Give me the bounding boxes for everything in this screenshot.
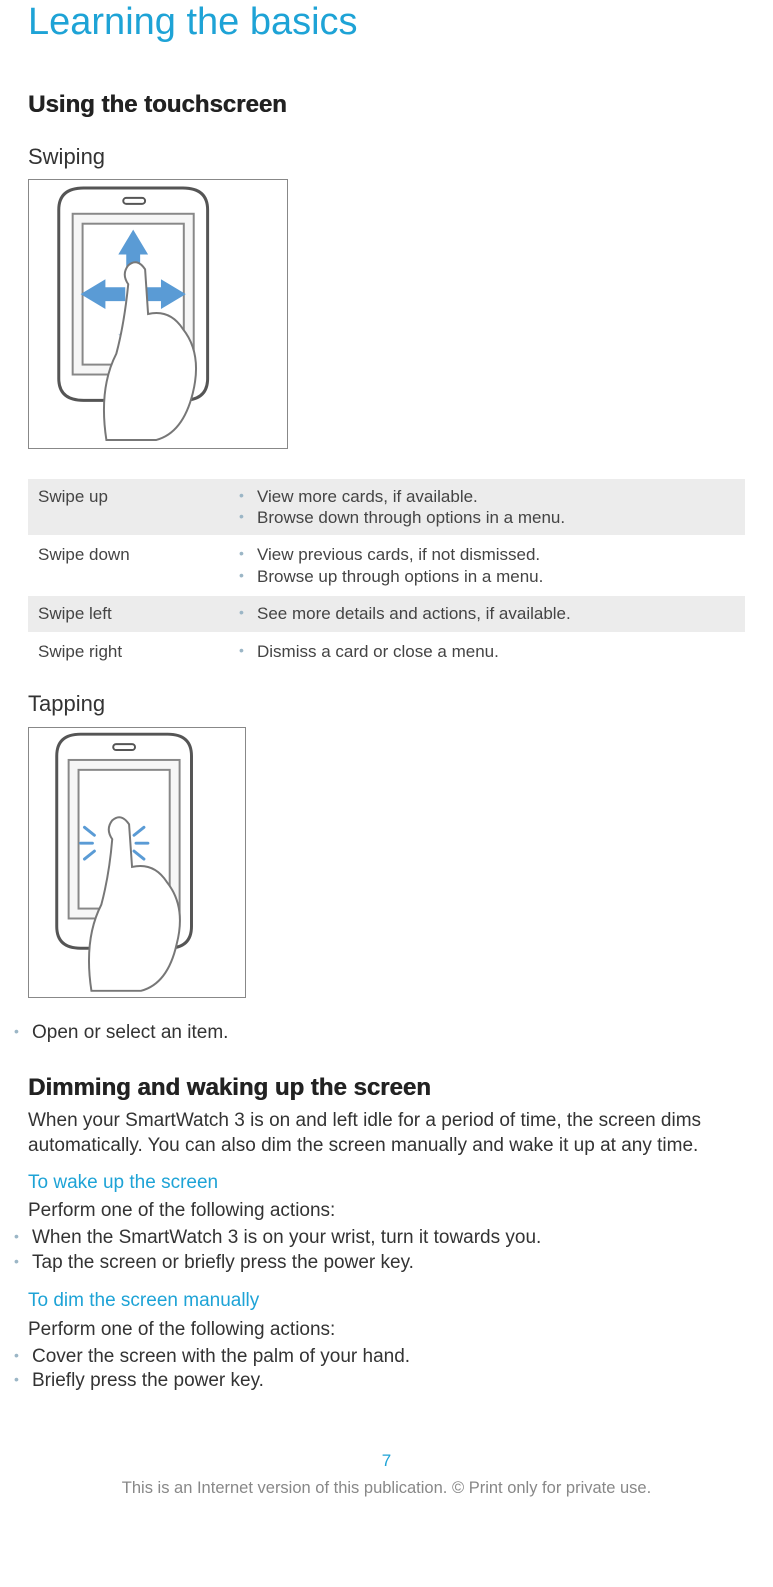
swipe-desc: View previous cards, if not dismissed. B…	[223, 536, 745, 595]
body-paragraph: When your SmartWatch 3 is on and left id…	[28, 1109, 745, 1158]
dim-list: Cover the screen with the palm of your h…	[28, 1345, 745, 1394]
sub-title-tapping: Tapping	[28, 690, 745, 719]
list-item: Browse down through options in a menu.	[233, 507, 735, 528]
table-row: Swipe left See more details and actions,…	[28, 595, 745, 633]
task-lead: Perform one of the following actions:	[28, 1199, 745, 1224]
list-item: Briefly press the power key.	[14, 1369, 745, 1394]
list-item: Dismiss a card or close a menu.	[233, 641, 735, 662]
swipe-label: Swipe left	[28, 595, 223, 633]
table-row: Swipe down View previous cards, if not d…	[28, 536, 745, 595]
swipe-desc: See more details and actions, if availab…	[223, 595, 745, 633]
swipe-label: Swipe up	[28, 478, 223, 537]
illustration-tapping	[28, 727, 246, 998]
task-title-wake: To wake up the screen	[28, 1171, 745, 1196]
list-item: View previous cards, if not dismissed.	[233, 544, 735, 565]
table-row: Swipe right Dismiss a card or close a me…	[28, 633, 745, 670]
list-item: See more details and actions, if availab…	[233, 603, 735, 624]
illustration-swiping	[28, 179, 288, 449]
task-lead: Perform one of the following actions:	[28, 1318, 745, 1343]
list-item: Tap the screen or briefly press the powe…	[14, 1251, 745, 1276]
section-title-touchscreen: Using the touchscreen	[28, 89, 745, 120]
list-item: Browse up through options in a menu.	[233, 566, 735, 587]
list-item: Open or select an item.	[14, 1021, 745, 1046]
task-title-dim: To dim the screen manually	[28, 1289, 745, 1314]
list-item: Cover the screen with the palm of your h…	[14, 1345, 745, 1370]
footer-text: This is an Internet version of this publ…	[28, 1478, 745, 1499]
swipe-table: Swipe up View more cards, if available. …	[28, 477, 745, 670]
swipe-desc: View more cards, if available. Browse do…	[223, 478, 745, 537]
table-row: Swipe up View more cards, if available. …	[28, 478, 745, 537]
section-title-dimming: Dimming and waking up the screen	[28, 1072, 745, 1103]
page-number: 7	[28, 1450, 745, 1472]
sub-title-swiping: Swiping	[28, 143, 745, 172]
list-item: View more cards, if available.	[233, 486, 735, 507]
swipe-label: Swipe right	[28, 633, 223, 670]
tapping-list: Open or select an item.	[28, 1021, 745, 1046]
swipe-label: Swipe down	[28, 536, 223, 595]
swipe-desc: Dismiss a card or close a menu.	[223, 633, 745, 670]
wake-list: When the SmartWatch 3 is on your wrist, …	[28, 1226, 745, 1275]
chapter-title: Learning the basics	[28, 0, 745, 47]
list-item: When the SmartWatch 3 is on your wrist, …	[14, 1226, 745, 1251]
